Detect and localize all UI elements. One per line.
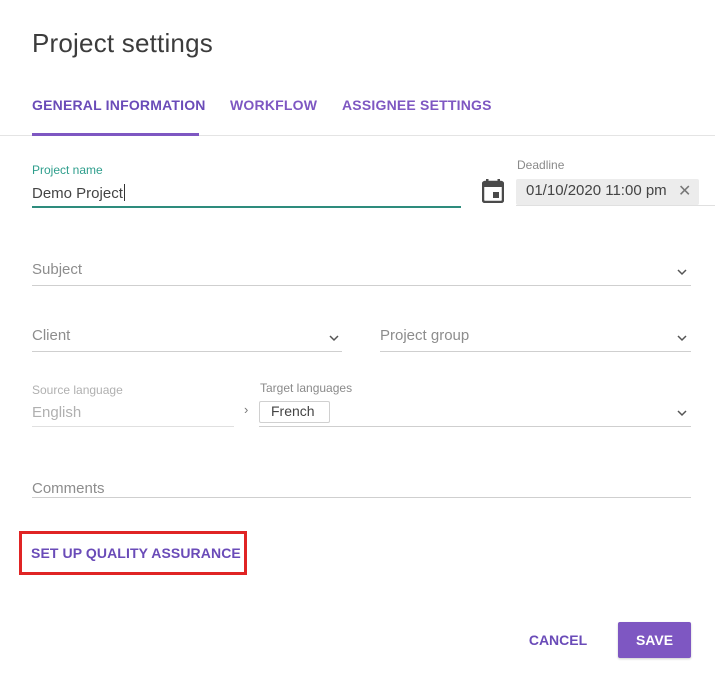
target-languages-underline [259, 426, 691, 427]
tab-assignee-settings[interactable]: ASSIGNEE SETTINGS [342, 97, 492, 113]
tab-general-information[interactable]: GENERAL INFORMATION [32, 97, 206, 113]
client-underline [32, 351, 342, 352]
target-language-chip[interactable]: French [259, 401, 330, 423]
target-language-chip-label: French [271, 403, 315, 419]
comments-underline [32, 497, 691, 498]
source-language-underline [32, 426, 234, 427]
save-button[interactable]: SAVE [618, 622, 691, 658]
deadline-label: Deadline [517, 158, 565, 172]
client-select[interactable]: Client [32, 327, 70, 344]
subject-underline [32, 285, 691, 286]
set-up-quality-assurance-link[interactable]: SET UP QUALITY ASSURANCE [31, 545, 241, 561]
chevron-right-icon: › [244, 402, 249, 417]
comments-input[interactable]: Comments [32, 480, 105, 497]
project-name-label: Project name [32, 163, 103, 177]
subject-select[interactable]: Subject [32, 261, 82, 278]
deadline-field[interactable]: 01/10/2020 11:00 pm ✕ [516, 179, 699, 205]
tab-bar: GENERAL INFORMATION WORKFLOW ASSIGNEE SE… [0, 86, 715, 136]
source-language-value: English [32, 404, 82, 421]
project-name-underline [32, 206, 461, 208]
active-tab-indicator [32, 133, 199, 136]
close-icon[interactable]: ✕ [678, 181, 691, 201]
chevron-down-icon[interactable] [676, 332, 688, 344]
chevron-down-icon[interactable] [676, 266, 688, 278]
tab-workflow[interactable]: WORKFLOW [230, 97, 317, 113]
cancel-button[interactable]: CANCEL [520, 624, 596, 656]
project-name-value: Demo Project [32, 185, 123, 202]
target-languages-label: Target languages [260, 381, 353, 395]
project-name-input[interactable]: Demo Project [32, 184, 125, 202]
source-language-label: Source language [32, 383, 123, 397]
chevron-down-icon[interactable] [328, 332, 340, 344]
chevron-down-icon[interactable] [676, 407, 688, 419]
page-title: Project settings [32, 28, 213, 58]
project-group-select[interactable]: Project group [380, 327, 469, 344]
deadline-value: 01/10/2020 11:00 pm [526, 182, 667, 199]
calendar-icon[interactable] [481, 179, 505, 204]
project-group-underline [380, 351, 691, 352]
text-cursor [123, 184, 125, 201]
deadline-underline [516, 205, 715, 206]
